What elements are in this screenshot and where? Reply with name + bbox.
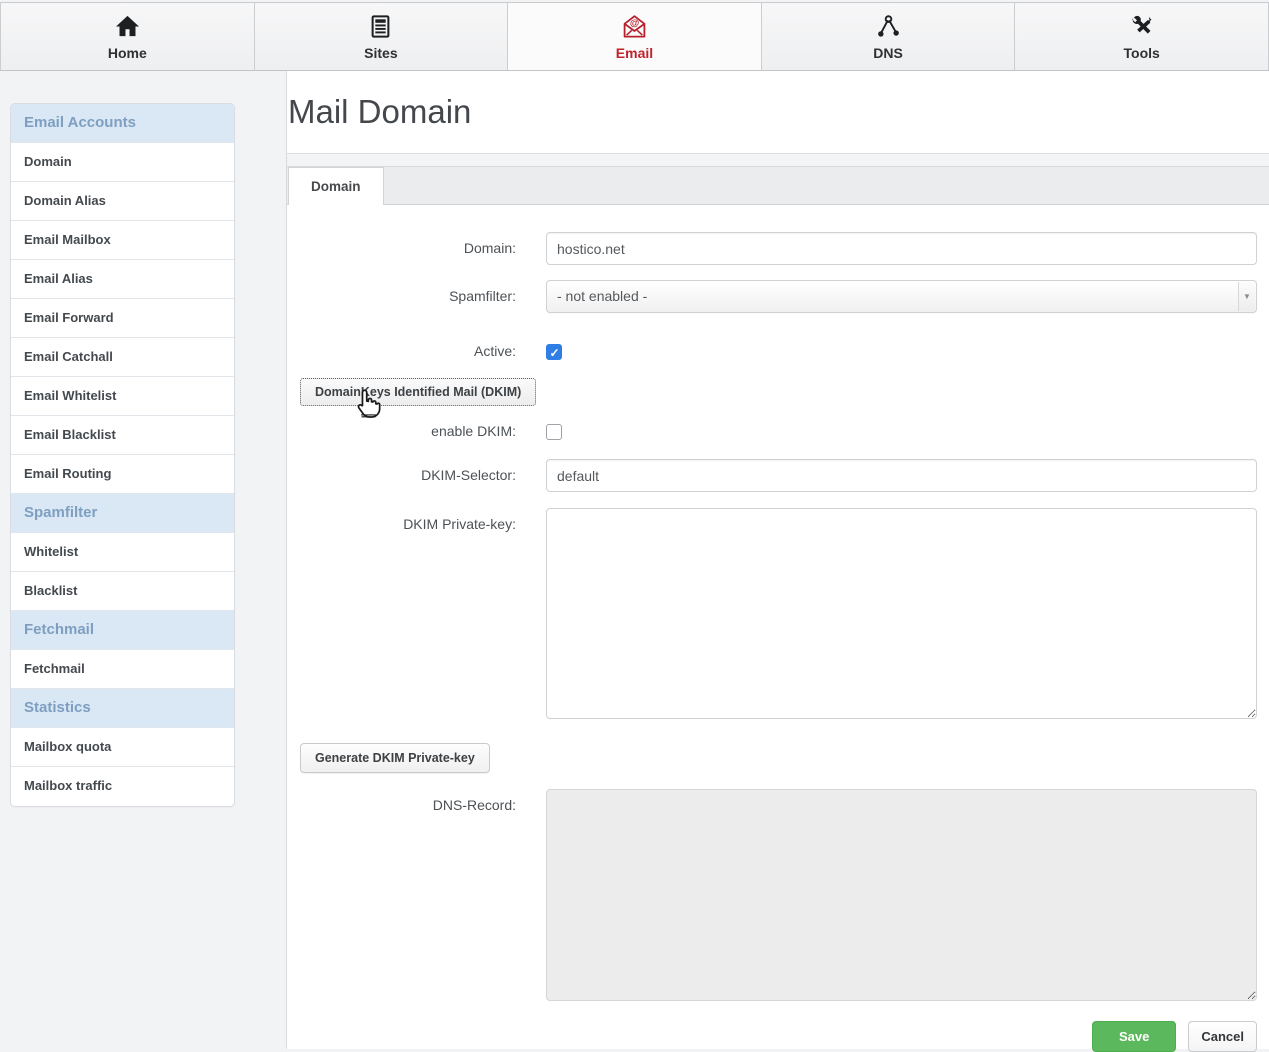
sidebar-item-mailbox-quota[interactable]: Mailbox quota [11,728,234,767]
nav-tab-dns[interactable]: DNS [762,3,1016,70]
active-label: Active: [287,338,516,359]
mail-domain-form: Domain: Spamfilter: - not enabled - ▼ Ac… [287,205,1257,1052]
sidebar-section-fetchmail: Fetchmail [11,611,234,650]
sidebar-item-mailbox-traffic[interactable]: Mailbox traffic [11,767,234,806]
form-tabstrip: Domain [287,166,1269,205]
nav-tab-home[interactable]: Home [0,3,255,70]
domain-label: Domain: [287,232,516,256]
active-row: Active: [287,338,1257,360]
page-title: Mail Domain [288,92,1269,132]
sidebar-section-statistics: Statistics [11,689,234,728]
sidebar-item-email-blacklist[interactable]: Email Blacklist [11,416,234,455]
sidebar-item-email-catchall[interactable]: Email Catchall [11,338,234,377]
enable-dkim-checkbox[interactable] [546,424,562,440]
save-button[interactable]: Save [1092,1021,1176,1052]
cancel-button[interactable]: Cancel [1188,1021,1257,1052]
dns-record-textarea[interactable] [546,789,1257,1001]
tab-gap [287,154,1269,166]
sidebar-item-domain-alias[interactable]: Domain Alias [11,182,234,221]
spamfilter-select[interactable]: - not enabled - ▼ [546,280,1257,313]
tools-icon [1128,13,1155,40]
sidebar-item-email-routing[interactable]: Email Routing [11,455,234,494]
dkim-private-key-label: DKIM Private-key: [287,508,516,532]
active-checkbox[interactable] [546,344,562,360]
sidebar-item-email-alias[interactable]: Email Alias [11,260,234,299]
nav-tab-label: Sites [364,45,397,61]
sidebar-column: Email Accounts Domain Domain Alias Email… [0,71,287,1049]
sidebar-item-email-forward[interactable]: Email Forward [11,299,234,338]
dns-record-row: DNS-Record: [287,789,1257,1006]
nav-tab-label: DNS [873,45,903,61]
domain-row: Domain: [287,232,1257,265]
form-actions: Save Cancel [287,1021,1257,1052]
chevron-down-icon: ▼ [1238,282,1255,311]
svg-text:@: @ [630,18,639,29]
nav-tab-label: Email [616,45,653,61]
nav-tab-label: Tools [1124,45,1160,61]
nav-tab-email[interactable]: @ Email [508,3,762,70]
dkim-selector-input[interactable] [546,459,1257,492]
sidebar-item-blacklist[interactable]: Blacklist [11,572,234,611]
dkim-selector-row: DKIM-Selector: [287,459,1257,492]
dkim-selector-label: DKIM-Selector: [287,459,516,483]
nav-tab-tools[interactable]: Tools [1015,3,1269,70]
dns-record-label: DNS-Record: [287,789,516,813]
sidebar-item-email-mailbox[interactable]: Email Mailbox [11,221,234,260]
home-icon [114,13,141,40]
nav-tab-label: Home [108,45,147,61]
enable-dkim-row: enable DKIM: [287,418,1257,440]
main-content: Mail Domain Domain Domain: Spamfilter: [287,71,1269,1049]
dkim-private-key-textarea[interactable] [546,508,1257,719]
sidebar-item-fetchmail[interactable]: Fetchmail [11,650,234,689]
enable-dkim-label: enable DKIM: [287,418,516,439]
dkim-private-key-row: DKIM Private-key: [287,508,1257,724]
dns-icon [875,13,902,40]
sidebar-menu: Email Accounts Domain Domain Alias Email… [10,103,235,807]
content-columns: Email Accounts Domain Domain Alias Email… [0,71,1269,1049]
spamfilter-row: Spamfilter: - not enabled - ▼ [287,280,1257,313]
nav-tab-sites[interactable]: Sites [255,3,509,70]
tab-domain[interactable]: Domain [288,167,384,205]
generate-dkim-key-button[interactable]: Generate DKIM Private-key [300,743,490,773]
spamfilter-selected-value: - not enabled - [557,288,647,304]
sidebar-item-domain[interactable]: Domain [11,143,234,182]
sites-icon [367,13,394,40]
sidebar-item-whitelist[interactable]: Whitelist [11,533,234,572]
sidebar-section-email-accounts: Email Accounts [11,104,234,143]
spamfilter-label: Spamfilter: [287,280,516,304]
dkim-section-toggle-button[interactable]: DomainKeys Identified Mail (DKIM) [300,378,536,406]
sidebar-item-email-whitelist[interactable]: Email Whitelist [11,377,234,416]
top-navigation: Home Sites @ Email DNS [0,2,1269,71]
domain-input[interactable] [546,232,1257,265]
email-icon: @ [621,13,648,40]
sidebar-section-spamfilter: Spamfilter [11,494,234,533]
